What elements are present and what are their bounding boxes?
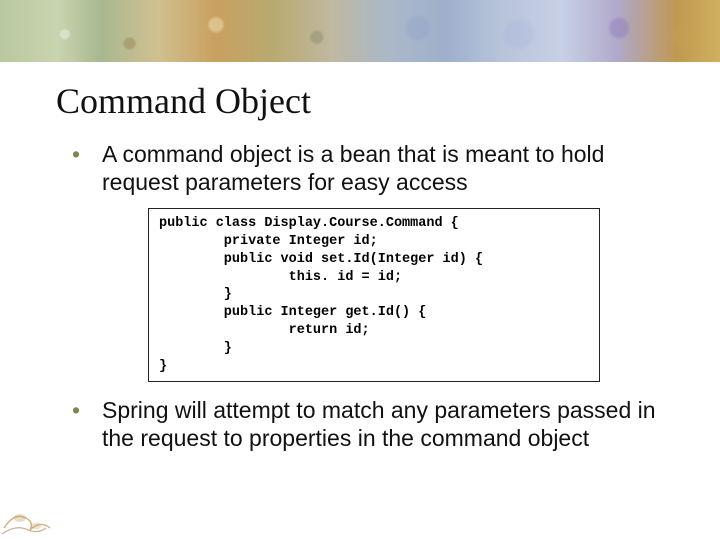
bullet-item: Spring will attempt to match any paramet… [56, 396, 672, 452]
code-block: public class Display.Course.Command { pr… [148, 208, 600, 382]
bullet-text: A command object is a bean that is meant… [102, 141, 604, 195]
slide-title: Command Object [56, 80, 672, 122]
bullet-item: A command object is a bean that is meant… [56, 140, 672, 196]
bullet-text: Spring will attempt to match any paramet… [102, 397, 656, 451]
bullet-list-2: Spring will attempt to match any paramet… [56, 396, 672, 452]
bullet-list: A command object is a bean that is meant… [56, 140, 672, 196]
decorative-banner [0, 0, 720, 62]
corner-decoration [0, 468, 80, 540]
slide-content: Command Object A command object is a bea… [0, 62, 720, 453]
